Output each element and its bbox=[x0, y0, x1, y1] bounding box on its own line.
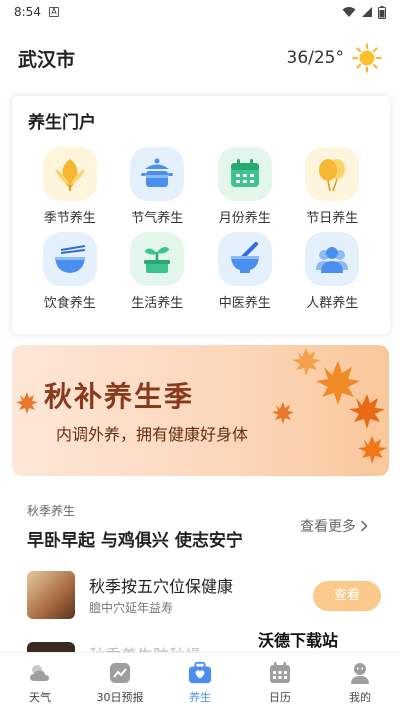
status-time: 8:54 bbox=[14, 5, 41, 19]
portal-label: 中医养生 bbox=[218, 296, 271, 311]
notification-icon: A bbox=[48, 7, 59, 17]
view-button[interactable]: 查看 bbox=[313, 581, 381, 611]
portal-label: 节气养生 bbox=[131, 211, 184, 226]
pot-icon bbox=[130, 147, 185, 201]
tab-label: 养生 bbox=[189, 691, 211, 704]
people-icon bbox=[305, 232, 360, 286]
portal-label: 季节养生 bbox=[43, 211, 96, 226]
article-desc: 膻中穴延年益寿 bbox=[89, 601, 174, 615]
portal-label: 饮食养生 bbox=[43, 296, 96, 311]
banner-title: 秋补养生季 bbox=[44, 380, 195, 413]
tab-label: 我的 bbox=[349, 691, 371, 704]
city-name[interactable]: 武汉市 bbox=[18, 45, 75, 72]
tab-label: 30日预报 bbox=[96, 691, 144, 704]
portal-label: 人群养生 bbox=[306, 296, 359, 311]
profile-icon bbox=[348, 661, 372, 685]
portal-label: 节日养生 bbox=[306, 211, 359, 226]
portal-title: 养生门户 bbox=[28, 113, 96, 133]
watermark: 沃德下载站 bbox=[258, 631, 339, 650]
tab-profile[interactable]: 我的 bbox=[320, 653, 400, 712]
article-thumbnail bbox=[27, 571, 75, 619]
chevron-right-icon bbox=[360, 520, 368, 532]
banner-subtitle: 内调外养，拥有健康好身体 bbox=[56, 425, 249, 444]
see-more-label: 查看更多 bbox=[300, 519, 356, 535]
leaf-icon bbox=[42, 147, 97, 201]
portal-label: 月份养生 bbox=[218, 211, 271, 226]
see-more-link[interactable]: 查看更多 bbox=[300, 516, 368, 536]
tab-health[interactable]: 养生 bbox=[160, 653, 240, 712]
tab-weather[interactable]: 天气 bbox=[0, 653, 80, 712]
article-title: 秋季按五穴位保健康 bbox=[89, 577, 234, 596]
section-category: 秋季养生 bbox=[27, 504, 76, 518]
mortar-icon bbox=[217, 232, 272, 286]
portal-item-month[interactable]: 月份养生 bbox=[201, 147, 289, 226]
section-headline[interactable]: 早卧早起 与鸡俱兴 使志安宁 bbox=[27, 526, 243, 551]
calendar-grid-icon bbox=[268, 661, 292, 685]
temperature-range: 36/25° bbox=[286, 48, 345, 68]
portal-item-festival[interactable]: 节日养生 bbox=[289, 147, 377, 226]
sun-icon bbox=[352, 43, 382, 73]
portal-item-tcm[interactable]: 中医养生 bbox=[201, 232, 289, 311]
health-portal-card: 养生门户 季节养生 节气养生 月份养生 节日养生 饮食养生 生活养生 中医养生 … bbox=[12, 96, 390, 334]
balloons-icon bbox=[305, 147, 360, 201]
portal-item-diet[interactable]: 饮食养生 bbox=[26, 232, 114, 311]
portal-item-people[interactable]: 人群养生 bbox=[289, 232, 377, 311]
health-kit-icon bbox=[188, 661, 212, 685]
battery-icon bbox=[378, 5, 386, 19]
bottom-tab-bar: 天气 30日预报 养生 日历 我的 bbox=[0, 652, 400, 712]
portal-item-life[interactable]: 生活养生 bbox=[114, 232, 202, 311]
calendar-icon bbox=[217, 147, 272, 201]
status-bar: 8:54 A bbox=[0, 0, 400, 24]
autumn-banner[interactable]: 秋补养生季 内调外养，拥有健康好身体 bbox=[12, 345, 389, 476]
cloud-sun-icon bbox=[28, 661, 52, 685]
tab-label: 天气 bbox=[29, 691, 51, 704]
tab-calendar[interactable]: 日历 bbox=[240, 653, 320, 712]
sprout-icon bbox=[130, 232, 185, 286]
signal-icon bbox=[362, 7, 372, 17]
tab-label: 日历 bbox=[269, 691, 291, 704]
bowl-icon bbox=[42, 232, 97, 286]
wifi-icon bbox=[342, 7, 356, 17]
portal-grid: 季节养生 节气养生 月份养生 节日养生 饮食养生 生活养生 中医养生 人群养生 bbox=[26, 147, 376, 311]
trend-chart-icon bbox=[108, 661, 132, 685]
portal-item-solar-term[interactable]: 节气养生 bbox=[114, 147, 202, 226]
tab-30day-forecast[interactable]: 30日预报 bbox=[80, 653, 160, 712]
header: 武汉市 36/25° bbox=[0, 40, 400, 76]
portal-item-season[interactable]: 季节养生 bbox=[26, 147, 114, 226]
article-item[interactable]: 秋季按五穴位保健康 膻中穴延年益寿 查看 bbox=[27, 571, 381, 623]
portal-label: 生活养生 bbox=[131, 296, 184, 311]
